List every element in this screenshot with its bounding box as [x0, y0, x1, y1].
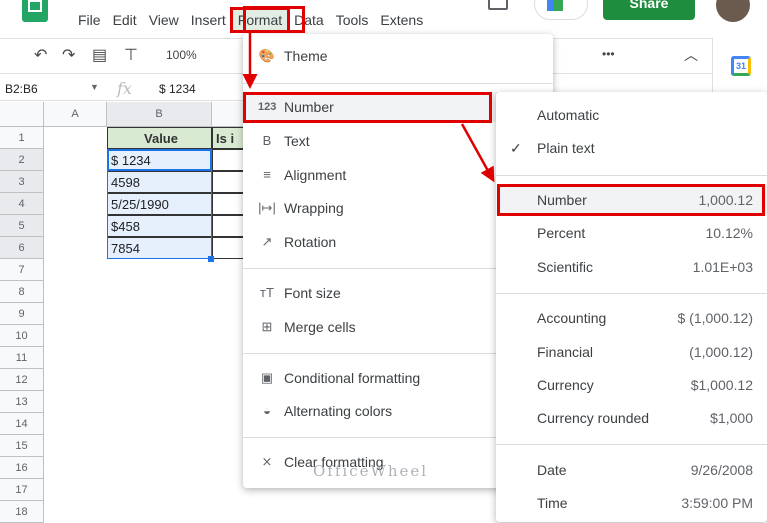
watermark: OfficeWheel	[313, 462, 429, 480]
arrow-number-to-submenu	[460, 123, 495, 183]
annotation-arrows	[242, 33, 495, 183]
